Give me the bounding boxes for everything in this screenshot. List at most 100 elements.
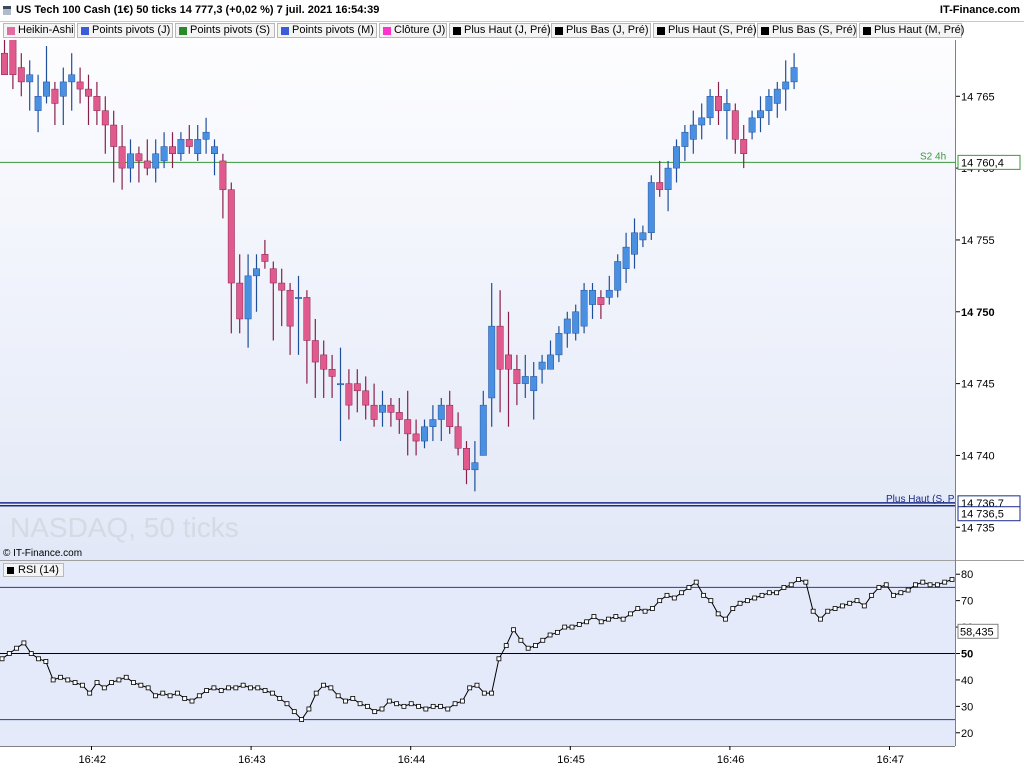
rsi-point <box>891 592 896 598</box>
indicator-legend: Heikin-Ashi Points pivots (J) Points pivot… <box>0 22 1024 40</box>
rsi-point <box>927 582 933 588</box>
candle-body <box>143 160 151 169</box>
candle-body <box>219 160 227 190</box>
rsi-point <box>825 608 831 614</box>
rsi-point <box>58 674 63 680</box>
candle-body <box>127 153 134 169</box>
candle-body <box>110 124 118 147</box>
rsi-point <box>766 590 772 596</box>
candle-body <box>202 131 210 140</box>
time-tick-label: 16:46 <box>717 754 745 766</box>
candle-body <box>454 426 462 449</box>
candle-body <box>269 268 277 284</box>
rsi-point <box>898 590 904 596</box>
candle-body <box>706 96 714 119</box>
rsi-point <box>934 582 940 588</box>
candle-body <box>337 383 344 386</box>
legend-color-swatch <box>761 27 769 35</box>
legend-item-1[interactable]: Points pivots (J) <box>77 23 173 38</box>
rsi-tick-label: 80 <box>961 569 973 581</box>
level-label: Plus Haut (S, Pré) <box>886 494 955 505</box>
legend-color-swatch <box>863 27 871 35</box>
rsi-legend-label[interactable]: RSI (14) <box>3 563 64 577</box>
rsi-point <box>701 592 706 598</box>
candle-body <box>446 404 454 427</box>
rsi-point <box>949 577 955 582</box>
rsi-point <box>343 698 348 704</box>
legend-item-7[interactable]: Plus Haut (S, Pré) <box>653 23 757 38</box>
candle-body <box>286 289 294 327</box>
brand-label: IT-Finance.com <box>939 4 1020 16</box>
candle-body <box>782 81 790 90</box>
candle-body <box>177 139 185 154</box>
rsi-point <box>28 651 34 656</box>
candle-body <box>639 232 647 241</box>
rsi-tick-label: 40 <box>961 675 973 687</box>
rsi-point <box>752 595 758 601</box>
rsi-point <box>394 701 400 707</box>
rsi-point <box>606 616 611 622</box>
legend-item-label: Points pivots (J) <box>92 24 171 36</box>
rsi-point <box>416 703 421 709</box>
time-tick-label: 16:44 <box>398 754 426 766</box>
chart-watermark: NASDAQ, 50 ticks <box>10 512 239 543</box>
candle-body <box>152 153 160 169</box>
candle-body <box>765 96 773 111</box>
price-tick-label: 14 735 <box>961 522 995 534</box>
price-chart[interactable]: S2 4h Plus Haut (S, Pré) <box>0 40 955 560</box>
candle-body <box>395 412 403 420</box>
rsi-point <box>145 685 151 691</box>
legend-item-9[interactable]: Plus Haut (M, Pré) <box>859 23 964 38</box>
legend-item-3[interactable]: Points pivots (M) <box>277 23 377 38</box>
rsi-point <box>883 582 889 588</box>
candle-body <box>404 419 412 435</box>
rsi-point <box>847 600 853 606</box>
candle-body <box>656 182 664 190</box>
legend-color-swatch <box>555 27 563 35</box>
rsi-point <box>642 608 648 614</box>
candle-body <box>261 254 269 262</box>
time-axis: 16:42 16:43 16:44 16:45 16:46 16:47 <box>0 746 1024 768</box>
rsi-point <box>730 606 736 611</box>
legend-item-label: Plus Haut (J, Pré) <box>464 24 551 36</box>
rsi-point <box>818 616 823 622</box>
candle-body <box>278 282 286 291</box>
rsi-point <box>123 674 129 680</box>
legend-color-swatch <box>81 27 89 35</box>
rsi-point <box>79 682 85 688</box>
rsi-point <box>628 611 633 617</box>
rsi-point <box>321 682 326 688</box>
legend-color-swatch <box>7 27 15 35</box>
rsi-point <box>255 685 261 691</box>
rsi-point <box>14 645 20 651</box>
legend-item-6[interactable]: Plus Bas (J, Pré) <box>551 23 651 38</box>
rsi-point <box>781 585 787 590</box>
rsi-point <box>503 643 509 648</box>
legend-item-0[interactable]: Heikin-Ashi <box>3 23 75 38</box>
candle-body <box>572 311 580 334</box>
candle-body <box>68 74 76 83</box>
legend-item-4[interactable]: Clôture (J) <box>379 23 447 38</box>
legend-item-2[interactable]: Points pivots (S) <box>175 23 275 38</box>
title-bar: US Tech 100 Cash (1€) 50 ticks 14 777,3 … <box>0 0 1024 22</box>
legend-item-label: Plus Haut (S, Pré) <box>668 24 757 36</box>
candle-body <box>521 376 529 384</box>
candle-body <box>59 81 67 97</box>
rsi-point <box>708 598 714 604</box>
rsi-point <box>876 585 882 590</box>
rsi-point <box>759 592 765 598</box>
rsi-point <box>723 616 728 622</box>
candle-body <box>253 268 260 277</box>
rsi-point <box>262 688 268 693</box>
candle-body <box>437 404 445 420</box>
rsi-point <box>167 693 173 699</box>
rsi-point <box>226 685 231 691</box>
legend-color-swatch <box>453 27 461 35</box>
rsi-point <box>810 608 816 614</box>
candle-body <box>563 318 571 334</box>
candle-body <box>244 275 252 320</box>
rsi-point <box>533 643 538 648</box>
legend-item-5[interactable]: Plus Haut (J, Pré) <box>449 23 551 38</box>
rsi-chart[interactable] <box>0 561 955 746</box>
legend-item-8[interactable]: Plus Bas (S, Pré) <box>757 23 857 38</box>
